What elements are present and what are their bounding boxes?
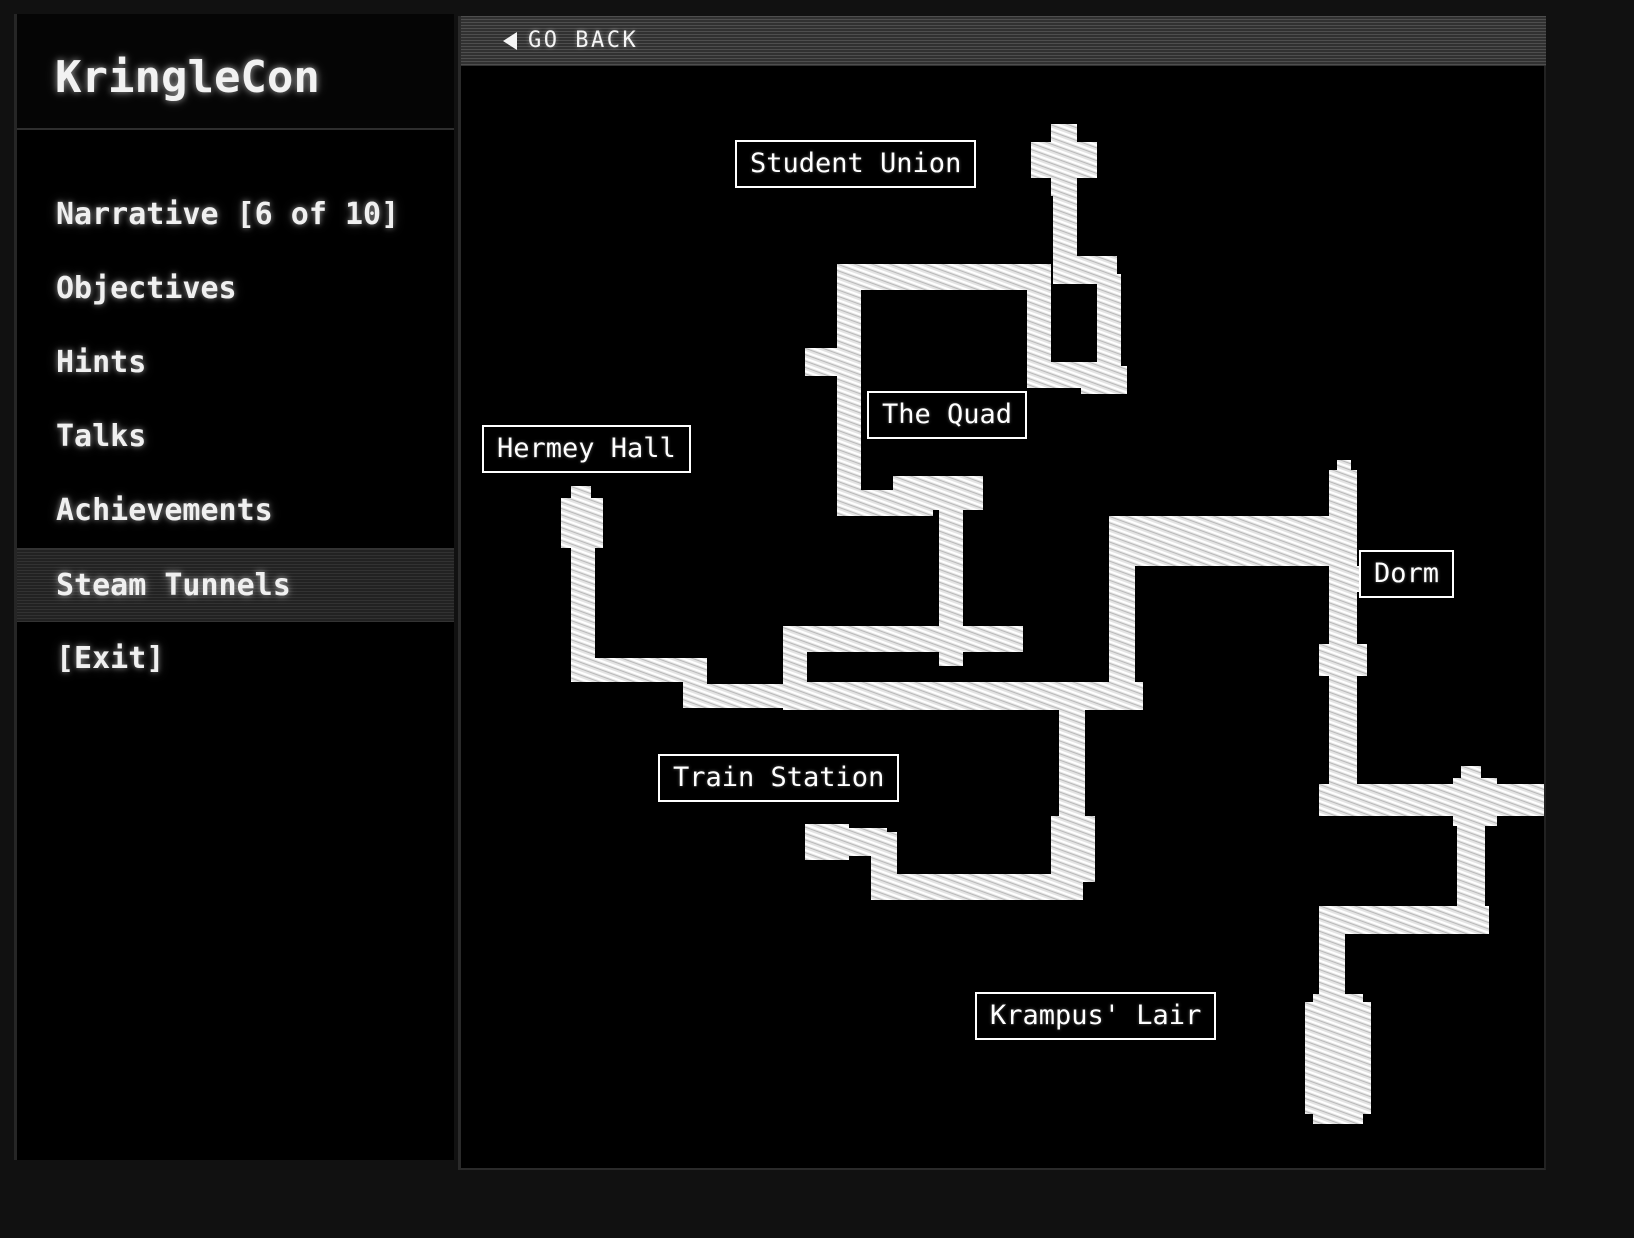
room-label-dorm[interactable]: Dorm	[1359, 550, 1455, 598]
room-label-student-union[interactable]: Student Union	[735, 140, 977, 188]
topbar: GO BACK	[458, 16, 1546, 66]
sidebar-item-narrative[interactable]: Narrative [6 of 10]	[17, 178, 454, 252]
go-back-button[interactable]: GO BACK	[503, 16, 638, 66]
sidebar-item-achievements[interactable]: Achievements	[17, 474, 454, 548]
room-label-krampus-lair[interactable]: Krampus' Lair	[975, 992, 1217, 1040]
room-label-the-quad[interactable]: The Quad	[867, 391, 1028, 439]
steam-tunnels-map[interactable]: Student Union The Quad Hermey Hall Dorm …	[458, 66, 1546, 1170]
sidebar-item-objectives[interactable]: Objectives	[17, 252, 454, 326]
sidebar-header: KringleCon	[17, 14, 454, 130]
sidebar-menu: Narrative [6 of 10] Objectives Hints Tal…	[17, 130, 454, 696]
sidebar-item-steam-tunnels[interactable]: Steam Tunnels	[17, 548, 454, 622]
kringlecon-app: KringleCon Narrative [6 of 10] Objective…	[0, 0, 1634, 1238]
tunnel-corridors	[561, 124, 1544, 1124]
sidebar-item-hints[interactable]: Hints	[17, 326, 454, 400]
room-label-hermey-hall[interactable]: Hermey Hall	[482, 425, 691, 473]
triangle-left-icon	[503, 32, 517, 50]
go-back-label: GO BACK	[528, 28, 639, 53]
main-panel: GO BACK Student Union The Quad Hermey Ha…	[458, 14, 1546, 1170]
sidebar: KringleCon Narrative [6 of 10] Objective…	[14, 14, 454, 1160]
sidebar-item-talks[interactable]: Talks	[17, 400, 454, 474]
sidebar-item-exit[interactable]: [Exit]	[17, 622, 454, 696]
room-label-train-station[interactable]: Train Station	[658, 754, 900, 802]
app-title: KringleCon	[55, 52, 320, 103]
